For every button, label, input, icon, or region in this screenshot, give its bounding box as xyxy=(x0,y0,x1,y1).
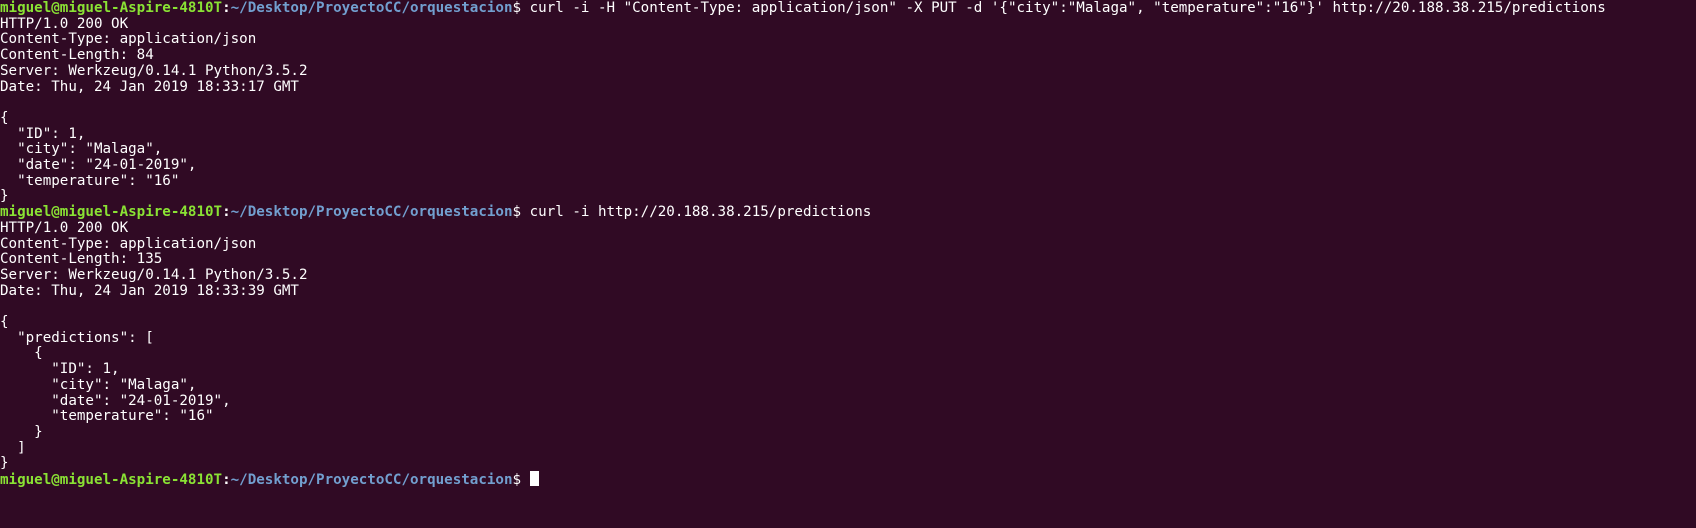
text-cursor[interactable] xyxy=(529,471,539,486)
prompt-colon: : xyxy=(222,0,231,16)
output-line: "temperature": "16" xyxy=(0,408,214,425)
output-line: Server: Werkzeug/0.14.1 Python/3.5.2 xyxy=(0,62,308,79)
command-text: curl -i http://20.188.38.215/predictions xyxy=(529,204,872,221)
output-line: Content-Length: 135 xyxy=(0,251,163,268)
output-line: Date: Thu, 24 Jan 2019 18:33:17 GMT xyxy=(0,78,299,95)
prompt-symbol: $ xyxy=(512,204,530,221)
prompt-line: miguel@miguel-Aspire-4810T:~/Desktop/Pro… xyxy=(0,204,871,221)
prompt-path: ~/Desktop/ProyectoCC/orquestacion xyxy=(230,204,513,221)
output-line: "date": "24-01-2019", xyxy=(0,392,231,409)
output-line: "ID": 1, xyxy=(0,361,120,378)
output-line: "temperature": "16" xyxy=(0,172,180,189)
prompt-path: ~/Desktop/ProyectoCC/orquestacion xyxy=(230,472,513,488)
prompt-user-host: miguel@miguel-Aspire-4810T xyxy=(0,0,223,16)
prompt-user-host: miguel@miguel-Aspire-4810T xyxy=(0,472,223,488)
output-line: "ID": 1, xyxy=(0,125,86,142)
prompt-symbol: $ xyxy=(512,0,530,16)
output-line: "city": "Malaga", xyxy=(0,376,197,393)
output-line: "predictions": [ xyxy=(0,329,154,346)
prompt-line: miguel@miguel-Aspire-4810T:~/Desktop/Pro… xyxy=(0,471,539,488)
output-line: "city": "Malaga", xyxy=(0,141,163,158)
prompt-user-host: miguel@miguel-Aspire-4810T xyxy=(0,204,223,221)
output-line: Server: Werkzeug/0.14.1 Python/3.5.2 xyxy=(0,266,308,283)
output-line: } xyxy=(0,188,9,205)
output-line: HTTP/1.0 200 OK xyxy=(0,15,129,32)
prompt-path: ~/Desktop/ProyectoCC/orquestacion xyxy=(230,0,513,16)
output-line: Content-Length: 84 xyxy=(0,47,154,64)
prompt-colon: : xyxy=(222,472,231,488)
output-line: { xyxy=(0,314,9,330)
prompt-colon: : xyxy=(222,204,231,221)
output-line: HTTP/1.0 200 OK xyxy=(0,219,129,236)
output-line: { xyxy=(0,109,9,126)
output-line: } xyxy=(0,423,43,440)
output-line: "date": "24-01-2019", xyxy=(0,157,197,173)
prompt-symbol: $ xyxy=(512,472,530,488)
output-line: } xyxy=(0,455,9,472)
output-line: Content-Type: application/json xyxy=(0,235,257,252)
output-line: { xyxy=(0,345,43,362)
prompt-line: miguel@miguel-Aspire-4810T:~/Desktop/Pro… xyxy=(0,0,1606,17)
output-line: Date: Thu, 24 Jan 2019 18:33:39 GMT xyxy=(0,282,299,299)
terminal-window[interactable]: miguel@miguel-Aspire-4810T:~/Desktop/Pro… xyxy=(0,0,1696,528)
command-text: curl -i -H "Content-Type: application/js… xyxy=(529,0,1606,16)
output-line: Content-Type: application/json xyxy=(0,31,257,48)
output-line: ] xyxy=(0,439,26,456)
